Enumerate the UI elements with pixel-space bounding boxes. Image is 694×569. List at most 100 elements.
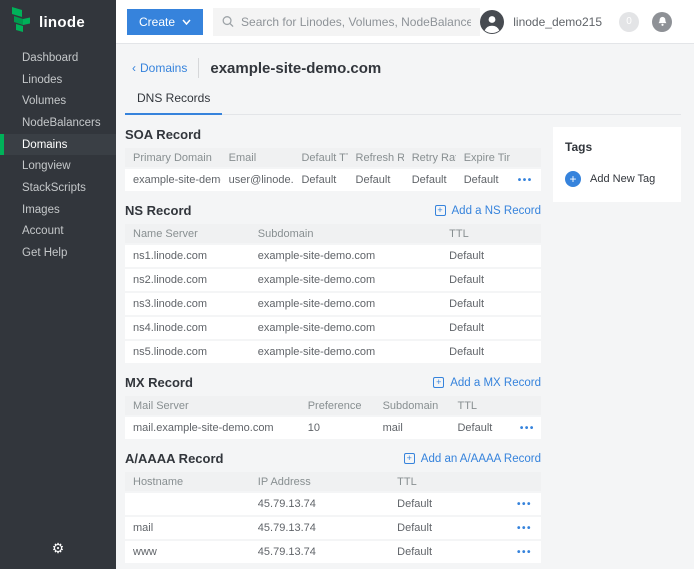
column-header: Email: [221, 152, 294, 164]
sidebar-item-get-help[interactable]: Get Help: [0, 242, 116, 264]
table-row: www45.79.13.74Default•••: [125, 539, 541, 563]
table-header-row: Primary DomainEmailDefault TTLRefresh Ra…: [125, 148, 541, 167]
row-actions-menu-icon[interactable]: •••: [517, 547, 532, 558]
add-ns-record-button[interactable]: + Add a NS Record: [435, 205, 542, 217]
plus-circle-icon: +: [565, 171, 581, 187]
table-row: ns1.linode.comexample-site-demo.comDefau…: [125, 243, 541, 267]
column-header: TTL: [441, 228, 541, 240]
table-cell: Default: [456, 174, 510, 186]
add-ns-record-label: Add a NS Record: [452, 205, 542, 217]
sidebar-item-dashboard[interactable]: Dashboard: [0, 47, 116, 69]
sidebar-item-nodebalancers[interactable]: NodeBalancers: [0, 112, 116, 134]
table-cell: example-site-demo.com: [250, 298, 441, 310]
table-cell: 45.79.13.74: [250, 546, 389, 558]
column-header: Subdomain: [375, 400, 450, 412]
row-actions-menu-icon[interactable]: •••: [517, 523, 532, 534]
column-header: Subdomain: [250, 228, 441, 240]
plus-square-icon: +: [404, 453, 415, 464]
linode-logo-text: linode: [39, 14, 85, 31]
add-mx-record-label: Add a MX Record: [450, 377, 541, 389]
sidebar-item-stackscripts[interactable]: StackScripts: [0, 177, 116, 199]
row-actions-menu-icon[interactable]: •••: [520, 423, 535, 434]
table-cell: www: [125, 546, 250, 558]
soa-section-title: SOA Record: [125, 127, 201, 142]
table-cell: example-site-demo.com: [250, 322, 441, 334]
settings-gear-icon[interactable]: ⚙: [0, 540, 116, 557]
row-actions-cell: •••: [509, 546, 541, 558]
table-row: example-site-demo.comuser@linode.comDefa…: [125, 167, 541, 191]
username[interactable]: linode_demo215: [513, 15, 602, 29]
search-icon: [222, 15, 234, 28]
table-cell: Default: [441, 298, 541, 310]
tabs-bar: DNS Records: [125, 89, 681, 115]
table-cell: mail: [375, 422, 450, 434]
table-row: ns3.linode.comexample-site-demo.comDefau…: [125, 291, 541, 315]
table-cell: Default: [449, 422, 511, 434]
breadcrumb-back-link[interactable]: ‹ Domains: [132, 61, 187, 75]
table-cell: Default: [441, 346, 541, 358]
a-section-title: A/AAAA Record: [125, 451, 223, 466]
notifications-bell-icon[interactable]: [652, 12, 672, 32]
table-cell: mail: [125, 522, 250, 534]
row-actions-cell: •••: [510, 174, 542, 186]
table-cell: example-site-demo.com: [250, 346, 441, 358]
sidebar-item-domains[interactable]: Domains: [0, 134, 116, 156]
add-a-record-button[interactable]: + Add an A/AAAA Record: [404, 453, 541, 465]
sidebar-item-volumes[interactable]: Volumes: [0, 90, 116, 112]
a-record-section: A/AAAA Record + Add an A/AAAA Record Hos…: [125, 451, 541, 563]
sidebar: linode DashboardLinodesVolumesNodeBalanc…: [0, 0, 116, 569]
soa-record-table: Primary DomainEmailDefault TTLRefresh Ra…: [125, 148, 541, 191]
sidebar-nav: DashboardLinodesVolumesNodeBalancersDoma…: [0, 44, 116, 264]
add-mx-record-button[interactable]: + Add a MX Record: [433, 377, 541, 389]
chevron-left-icon: ‹: [132, 61, 136, 75]
notification-count-badge[interactable]: 0: [619, 12, 639, 32]
search-input[interactable]: [241, 15, 471, 29]
create-button-label: Create: [139, 15, 175, 29]
column-header: Default TTL: [293, 152, 347, 164]
breadcrumb: ‹ Domains example-site-demo.com: [125, 57, 681, 79]
table-cell: Default: [293, 174, 347, 186]
table-cell: example-site-demo.com: [125, 174, 221, 186]
table-cell: 10: [300, 422, 375, 434]
sidebar-item-linodes[interactable]: Linodes: [0, 69, 116, 91]
main-content: ‹ Domains example-site-demo.com DNS Reco…: [116, 44, 694, 569]
table-header-row: Name ServerSubdomainTTL: [125, 224, 541, 243]
sidebar-item-account[interactable]: Account: [0, 221, 116, 243]
add-new-tag-button[interactable]: + Add New Tag: [565, 171, 669, 187]
linode-logo[interactable]: linode: [0, 0, 116, 44]
table-cell: example-site-demo.com: [250, 250, 441, 262]
sidebar-item-images[interactable]: Images: [0, 199, 116, 221]
row-actions-menu-icon[interactable]: •••: [517, 499, 532, 510]
add-new-tag-label: Add New Tag: [590, 173, 655, 185]
tags-panel: Tags + Add New Tag: [553, 127, 681, 202]
table-cell: Default: [348, 174, 404, 186]
avatar[interactable]: [480, 10, 504, 34]
chevron-down-icon: [182, 19, 191, 25]
table-row: ns4.linode.comexample-site-demo.comDefau…: [125, 315, 541, 339]
search-bar[interactable]: [213, 8, 480, 36]
sidebar-item-longview[interactable]: Longview: [0, 155, 116, 177]
column-header: IP Address: [250, 476, 389, 488]
column-header: Preference: [300, 400, 375, 412]
row-actions-cell: •••: [509, 498, 541, 510]
table-row: ns5.linode.comexample-site-demo.comDefau…: [125, 339, 541, 363]
tab-dns-records[interactable]: DNS Records: [125, 89, 222, 115]
side-column: Tags + Add New Tag: [553, 115, 681, 563]
breadcrumb-label: Domains: [140, 61, 187, 75]
row-actions-menu-icon[interactable]: •••: [518, 175, 533, 186]
table-cell: mail.example-site-demo.com: [125, 422, 300, 434]
linode-logo-icon: [10, 7, 32, 38]
table-row: mail.example-site-demo.com10mailDefault •…: [125, 415, 541, 439]
table-cell: Default: [441, 322, 541, 334]
column-header: TTL: [449, 400, 511, 412]
add-a-record-label: Add an A/AAAA Record: [421, 453, 541, 465]
table-cell: ns4.linode.com: [125, 322, 250, 334]
tags-panel-title: Tags: [565, 140, 669, 154]
table-cell: 45.79.13.74: [250, 522, 389, 534]
table-cell: Default: [441, 274, 541, 286]
a-record-table: HostnameIP AddressTTL45.79.13.74Default•…: [125, 472, 541, 563]
table-header-row: HostnameIP AddressTTL: [125, 472, 541, 491]
table-cell: Default: [441, 250, 541, 262]
row-actions-cell: •••: [512, 422, 544, 434]
create-button[interactable]: Create: [127, 9, 203, 35]
